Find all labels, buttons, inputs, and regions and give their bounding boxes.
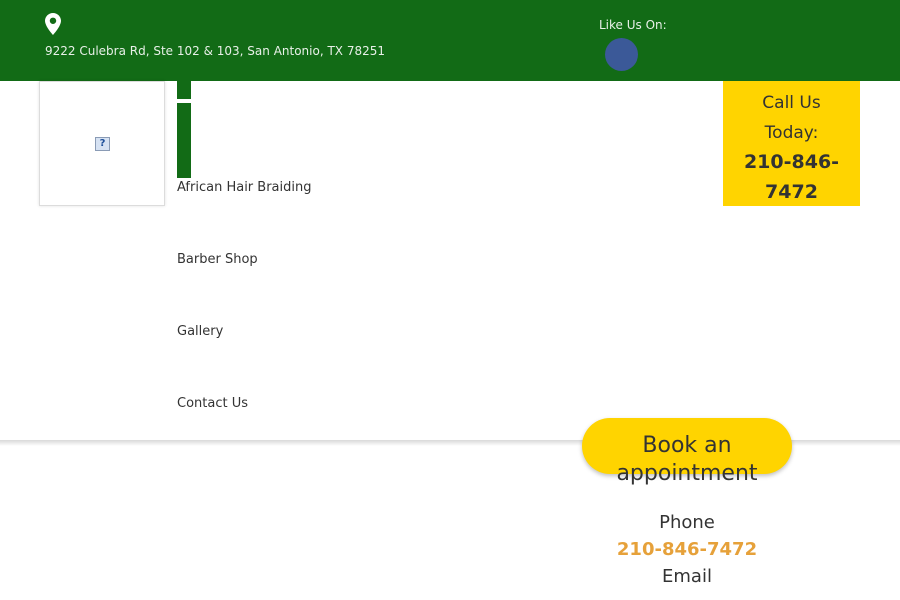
menu-toggle-bar[interactable]: [177, 103, 191, 178]
email-link-partial[interactable]: [560, 590, 810, 600]
nav-item-barber-shop[interactable]: Barber Shop: [177, 252, 258, 268]
call-us-label-line2: Today:: [764, 123, 819, 143]
phone-link[interactable]: 210-846-7472: [587, 539, 787, 561]
menu-toggle-bar[interactable]: [177, 81, 191, 99]
nav-item-gallery[interactable]: Gallery: [177, 324, 223, 340]
facebook-icon[interactable]: [605, 38, 638, 71]
book-button-label-line2[interactable]: appointment: [582, 460, 792, 488]
phone-label: Phone: [659, 512, 715, 533]
call-phone-line1[interactable]: 210-846-: [723, 147, 860, 177]
logo-image[interactable]: ?: [39, 81, 165, 206]
nav-item-african-hair-braiding[interactable]: African Hair Braiding: [177, 180, 311, 196]
top-bar: 9222 Culebra Rd, Ste 102 & 103, San Anto…: [0, 0, 900, 81]
email-label: Email: [662, 566, 712, 587]
like-us-label: Like Us On:: [599, 18, 667, 32]
call-us-label-line1: Call Us: [762, 93, 821, 113]
nav-item-contact-us[interactable]: Contact Us: [177, 396, 248, 412]
map-pin-icon: [45, 13, 61, 35]
address-text: 9222 Culebra Rd, Ste 102 & 103, San Anto…: [45, 44, 386, 58]
call-us-box[interactable]: Call Us Today: 210-846- 7472: [723, 81, 860, 206]
broken-image-icon: ?: [95, 137, 110, 151]
book-button-label-line1[interactable]: Book an: [582, 432, 792, 460]
call-phone-line2[interactable]: 7472: [723, 177, 860, 207]
